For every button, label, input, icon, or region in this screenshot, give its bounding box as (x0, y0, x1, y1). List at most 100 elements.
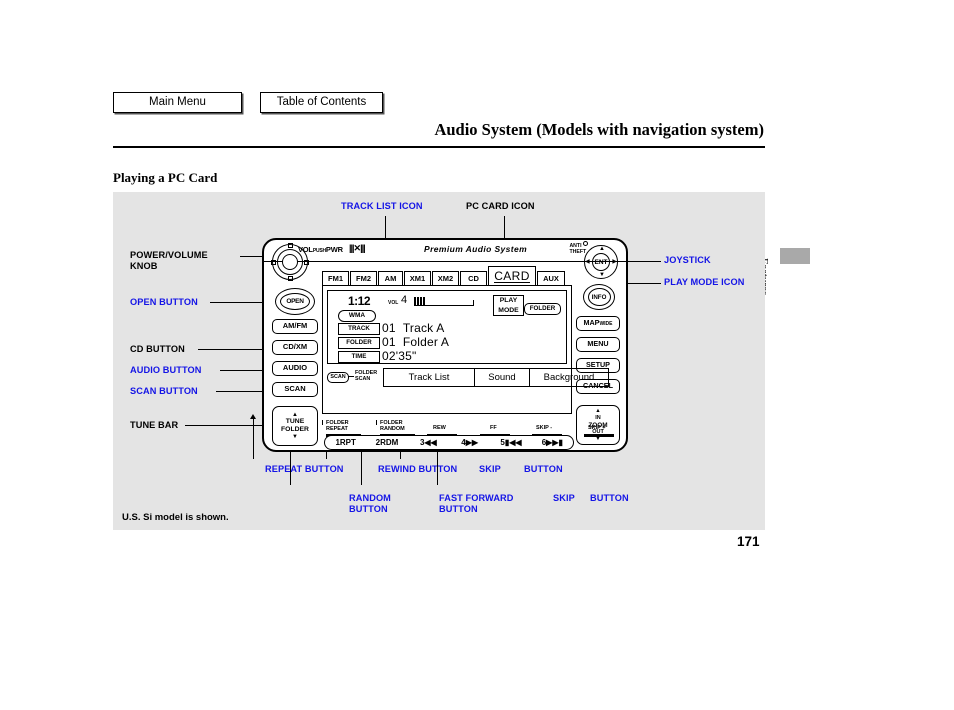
source-tabs: FM1 FM2 AM XM1 XM2 CD CARD AUX (322, 264, 572, 286)
time-minutes: 02 (382, 349, 396, 363)
volume-bar (414, 297, 474, 306)
tab-aux[interactable]: AUX (537, 271, 565, 286)
callout-rewind-button: REWIND BUTTON (378, 464, 458, 474)
scan-dash (348, 376, 354, 377)
figure-caption: U.S. Si model is shown. (122, 512, 229, 523)
preset-button-2[interactable]: 2RDM (366, 438, 407, 447)
preset-button-5[interactable]: 5▮◀◀ (490, 438, 531, 447)
audio-format-badge: WMA (338, 310, 376, 322)
preset-button-bar: 1RPT 2RDM 3◀◀ 4▶▶ 5▮◀◀ 6▶▶▮ (324, 435, 574, 450)
zoom-in-label: ▲ (595, 407, 601, 414)
display-screen: FM1 FM2 AM XM1 XM2 CD CARD AUX 1:12 VOL … (322, 264, 609, 414)
callout-fast-forward-button: FAST FORWARD BUTTON (439, 493, 514, 514)
head-unit-illustration: VOLPUSHPWR |||✕||| Premium Audio System … (262, 238, 628, 452)
audio-button[interactable]: AUDIO (272, 361, 318, 376)
legend-skip-plus: SKIP + (588, 425, 606, 431)
leader-cd (198, 349, 267, 350)
callout-repeat-button: REPEAT BUTTON (265, 464, 344, 474)
map-label: MAP (583, 318, 600, 327)
legend-folder-repeat: FOLDER REPEAT (326, 420, 349, 432)
callout-skip-1-button: BUTTON (524, 464, 563, 474)
top-nav-buttons: Main Menu Table of Contents (113, 92, 383, 113)
joystick-left-arrow-icon: ◀ (585, 259, 590, 265)
leader-scan (216, 391, 267, 392)
callout-random-button: RANDOM BUTTON (349, 493, 391, 514)
table-of-contents-button[interactable]: Table of Contents (260, 92, 383, 113)
title-divider (113, 146, 765, 148)
clock-display: 1:12 (348, 294, 371, 308)
sound-button[interactable]: Sound (474, 368, 530, 387)
side-tab-marker (780, 248, 810, 264)
preset-button-1[interactable]: 1RPT (325, 438, 366, 447)
folder-number: 01 (382, 335, 396, 349)
track-list-button[interactable]: Track List (383, 368, 475, 387)
tab-card[interactable]: CARD (488, 266, 536, 286)
joystick-up-arrow-icon: ▲ (599, 246, 605, 252)
tab-am[interactable]: AM (378, 271, 403, 286)
scan-button[interactable]: SCAN (272, 382, 318, 397)
callout-cd-button: CD BUTTON (130, 344, 185, 354)
play-mode-icon[interactable]: PLAY MODE (493, 295, 524, 316)
tab-cd[interactable]: CD (460, 271, 487, 286)
legend-folder-random: FOLDER RANDOM (380, 420, 405, 432)
folder-value: 01 Folder A (382, 335, 449, 349)
soft-button-row: SCAN FOLDER SCAN Track List Sound Backgr… (327, 368, 609, 387)
info-button[interactable]: INFO (583, 284, 615, 310)
folder-name: Folder A (402, 335, 450, 349)
leader-open (210, 302, 267, 303)
preset-button-4[interactable]: 4▶▶ (449, 438, 490, 447)
track-info-area: 1:12 VOL 4 WMA TRACK 01 Track A FOLDER 0… (327, 290, 567, 364)
map-wide-button[interactable]: MAPWIDE (576, 316, 620, 331)
track-name: Track A (402, 321, 445, 335)
pwr-text: PWR (325, 245, 343, 254)
time-value: 02'35" (382, 349, 416, 363)
callout-tune-bar: TUNE BAR (130, 420, 179, 430)
main-menu-button[interactable]: Main Menu (113, 92, 242, 113)
joystick-down-arrow-icon: ▼ (599, 272, 605, 278)
cd-xm-button[interactable]: CD/XM (272, 340, 318, 355)
tab-xm2[interactable]: XM2 (432, 271, 459, 286)
track-number: 01 (382, 321, 396, 335)
wide-label: WIDE (599, 321, 613, 327)
background-button[interactable]: Background (529, 368, 609, 387)
menu-button[interactable]: MENU (576, 337, 620, 352)
info-button-label: INFO (587, 288, 611, 306)
am-fm-button[interactable]: AM/FM (272, 319, 318, 334)
preset-button-6[interactable]: 6▶▶▮ (532, 438, 573, 447)
callout-power-volume-knob: POWER/VOLUME KNOB (130, 250, 208, 271)
tab-card-label: CARD (494, 269, 530, 283)
callout-skip-2-button: BUTTON (590, 493, 629, 503)
folder-mode-badge: FOLDER (524, 303, 561, 315)
callout-pc-card-icon: PC CARD ICON (466, 201, 535, 211)
page-number: 171 (737, 534, 760, 549)
leader-tune (185, 425, 267, 426)
joystick[interactable]: ENT ▲ ▼ ◀ ▶ (584, 245, 618, 279)
open-button[interactable]: OPEN (275, 288, 315, 315)
push-text: PUSH (312, 248, 326, 254)
preset-button-3[interactable]: 3◀◀ (408, 438, 449, 447)
time-seconds: '35" (395, 349, 417, 363)
callout-skip-1: SKIP (479, 464, 501, 474)
callout-track-list-icon: TRACK LIST ICON (341, 201, 423, 211)
volume-label: VOL (388, 300, 399, 306)
section-heading: Playing a PC Card (113, 170, 218, 185)
vol-pwr-label: VOLPUSHPWR (298, 245, 343, 254)
callout-audio-button: AUDIO BUTTON (130, 365, 202, 375)
scan-icon: SCAN (327, 372, 349, 383)
track-value: 01 Track A (382, 321, 444, 335)
legend-skip-minus: SKIP - (536, 425, 553, 431)
callout-joystick: JOYSTICK (664, 255, 711, 265)
callout-skip-2: SKIP (553, 493, 575, 503)
leader-repeat (253, 417, 254, 459)
leader-joystick (623, 261, 661, 262)
vol-text: VOL (298, 245, 313, 254)
leader-arrow-repeat (250, 414, 256, 419)
joystick-enter-label: ENT (592, 253, 610, 271)
tab-fm1[interactable]: FM1 (322, 271, 349, 286)
folder-tag: FOLDER (338, 337, 380, 349)
tab-xm1[interactable]: XM1 (404, 271, 431, 286)
brand-label: Premium Audio System (424, 244, 528, 254)
callout-open-button: OPEN BUTTON (130, 297, 198, 307)
legend-rew: REW (433, 425, 446, 431)
tab-fm2[interactable]: FM2 (350, 271, 377, 286)
